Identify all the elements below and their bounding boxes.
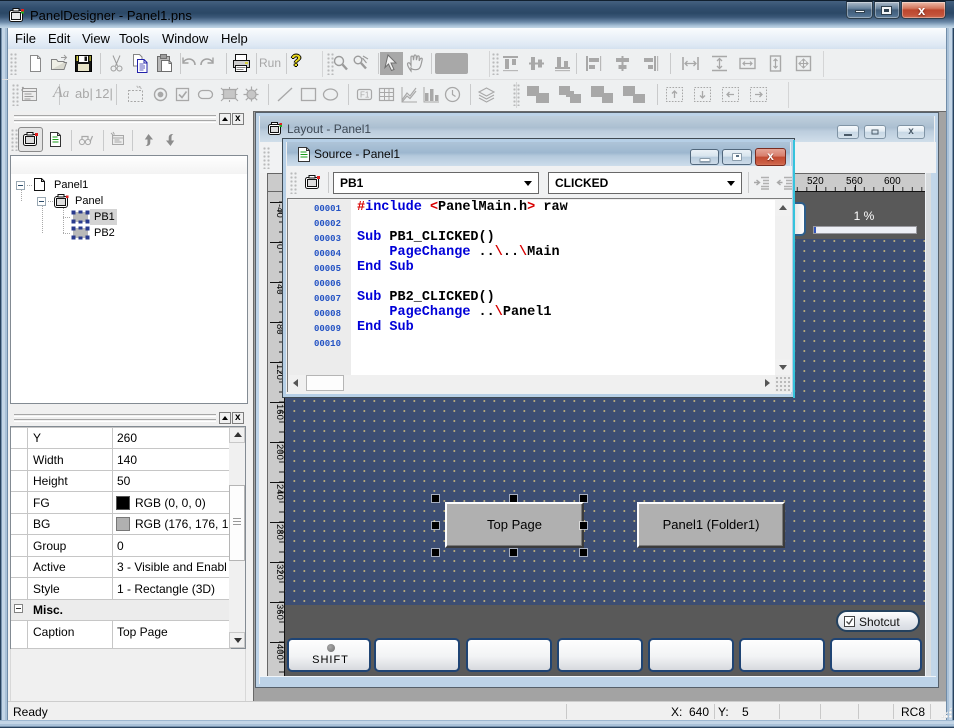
svg-text:F1: F1 xyxy=(360,91,370,100)
